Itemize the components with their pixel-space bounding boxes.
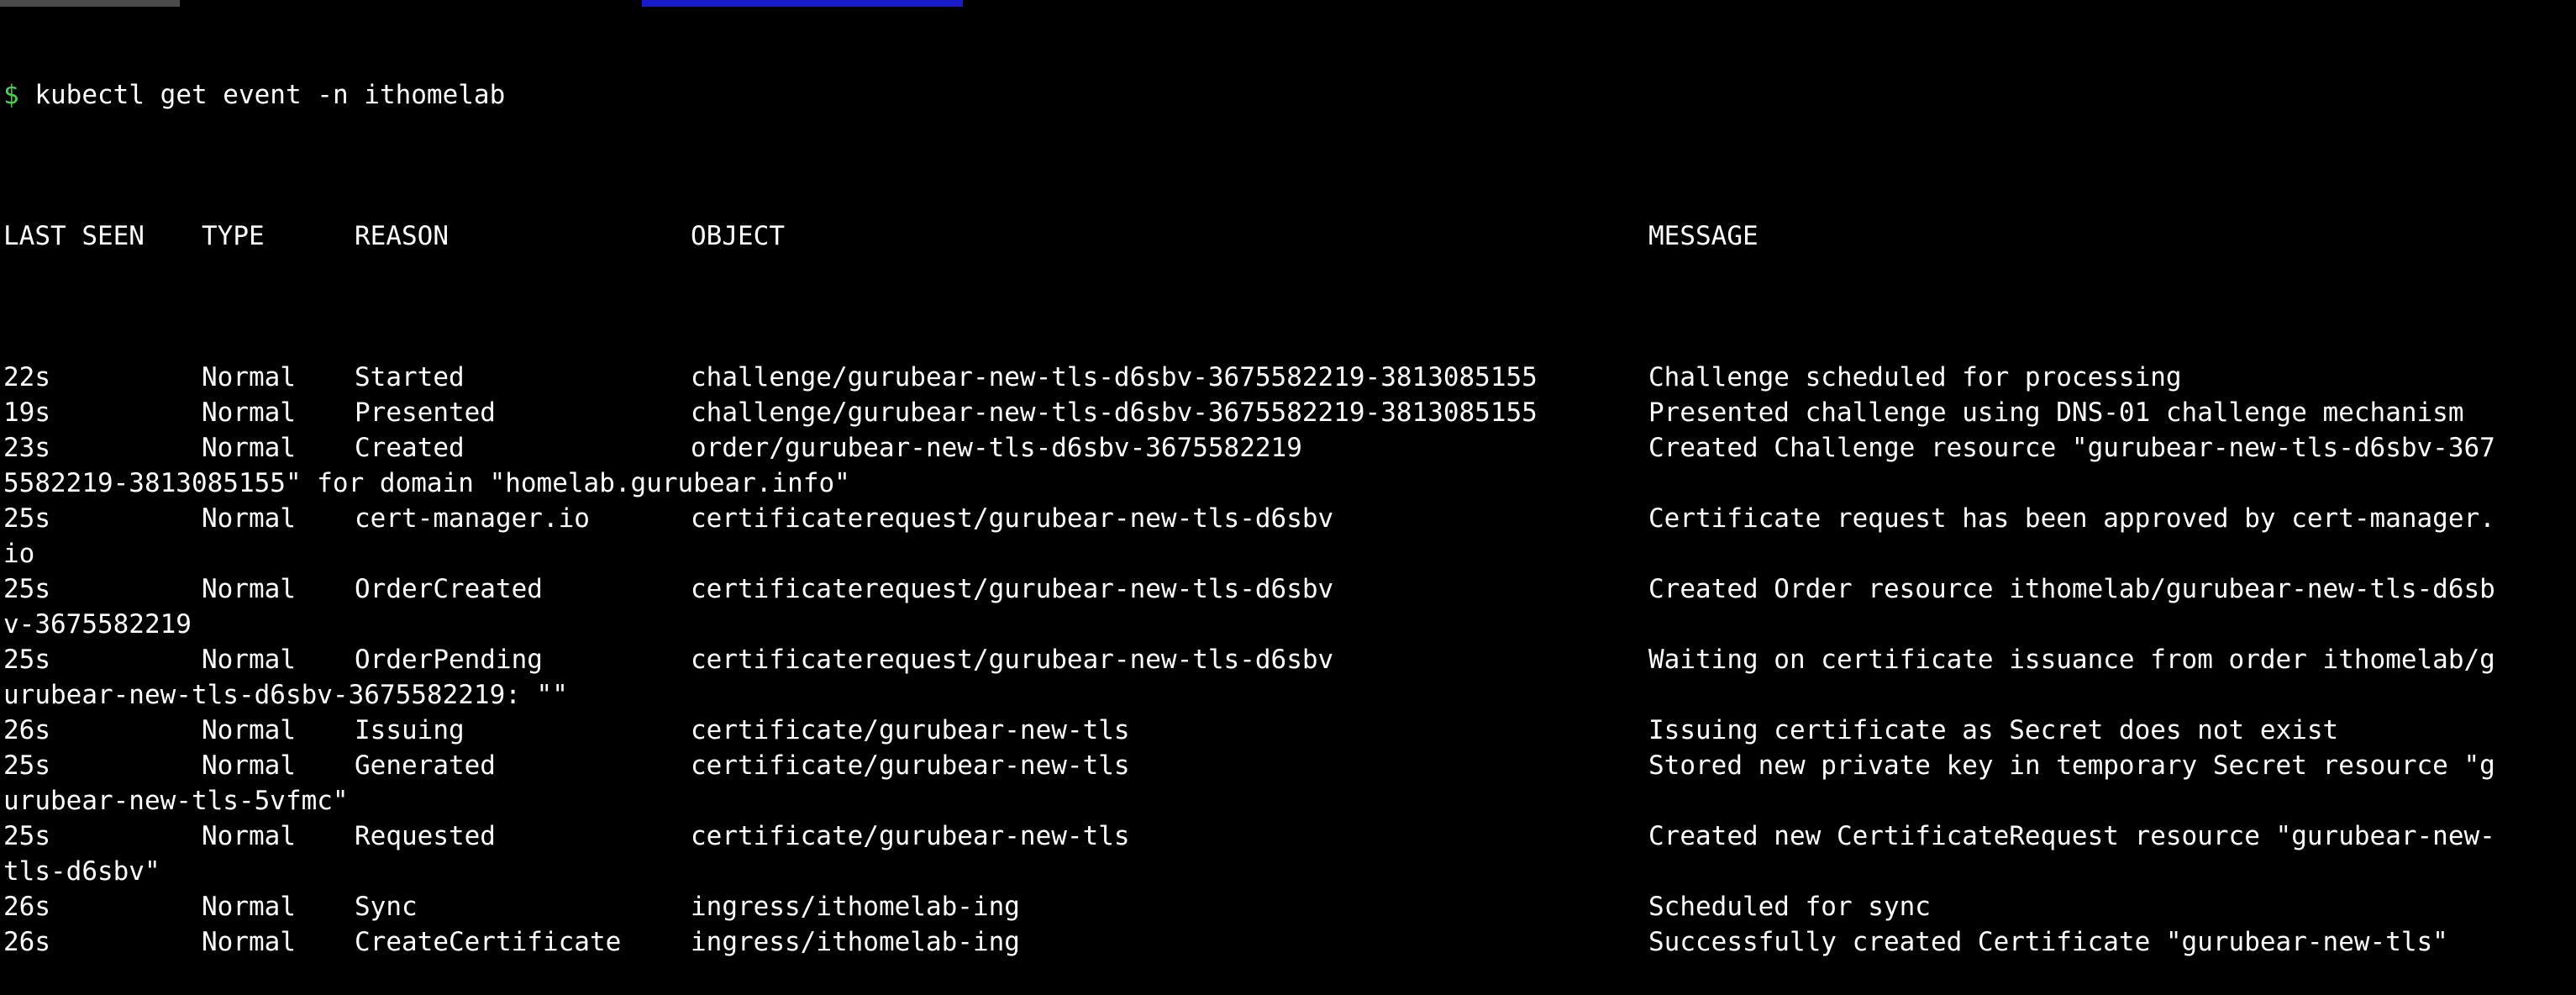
wrapped-message-continuation: io bbox=[3, 539, 35, 569]
cell-type: Normal bbox=[202, 892, 296, 922]
cell-reason: Created bbox=[355, 433, 465, 463]
cell-type: Normal bbox=[202, 645, 296, 675]
cell-message: Successfully created Certificate "gurube… bbox=[1648, 927, 2448, 957]
cell-reason: Issuing bbox=[355, 715, 465, 745]
cell-last-seen: 25s bbox=[3, 750, 50, 781]
cell-object: certificate/gurubear-new-tls bbox=[691, 821, 1130, 851]
cell-object: challenge/gurubear-new-tls-d6sbv-3675582… bbox=[691, 397, 1538, 428]
previous-line-remnant bbox=[0, 0, 2576, 7]
cell-message: Created new CertificateRequest resource … bbox=[1648, 821, 2495, 851]
cell-reason: OrderPending bbox=[355, 645, 543, 675]
header-object: OBJECT bbox=[691, 221, 785, 251]
table-row: 23s Normal Created order/gurubear-new-tls-d… bbox=[3, 430, 2573, 466]
cell-reason: Generated bbox=[355, 750, 496, 781]
terminal-output[interactable]: $ kubectl get event -n ithomelab LAST SE… bbox=[3, 7, 2573, 957]
table-row: 19s Normal Presented challenge/gurubear-new… bbox=[3, 395, 2573, 430]
cell-last-seen: 23s bbox=[3, 433, 50, 463]
table-row: 25s Normal OrderPending certificaterequest/… bbox=[3, 642, 2573, 677]
cell-last-seen: 25s bbox=[3, 645, 50, 675]
cell-type: Normal bbox=[202, 750, 296, 781]
cell-last-seen: 25s bbox=[3, 574, 50, 604]
cell-type: Normal bbox=[202, 503, 296, 534]
event-list: 22s Normal Started challenge/gurubear-new-t… bbox=[3, 360, 2573, 960]
wrapped-message-continuation: urubear-new-tls-5vfmc" bbox=[3, 786, 349, 816]
header-reason: REASON bbox=[355, 221, 449, 251]
cell-reason: Presented bbox=[355, 397, 496, 428]
cell-object: certificaterequest/gurubear-new-tls-d6sb… bbox=[691, 574, 1334, 604]
cell-last-seen: 26s bbox=[3, 927, 50, 957]
wrapped-message-continuation: v-3675582219 bbox=[3, 609, 192, 640]
cell-reason: cert-manager.io bbox=[355, 503, 590, 534]
table-row: 25s Normal OrderCreated certificaterequest/… bbox=[3, 571, 2573, 607]
table-row: 25s Normal Generated certificate/gurubear-n… bbox=[3, 748, 2573, 783]
cell-type: Normal bbox=[202, 397, 296, 428]
cell-object: certificaterequest/gurubear-new-tls-d6sb… bbox=[691, 645, 1334, 675]
table-row: 26s Normal Issuing certificate/gurubear-new… bbox=[3, 713, 2573, 748]
cell-object: challenge/gurubear-new-tls-d6sbv-3675582… bbox=[691, 362, 1538, 392]
cell-type: Normal bbox=[202, 927, 296, 957]
command-line: $ kubectl get event -n ithomelab bbox=[3, 77, 2573, 113]
table-row: 22s Normal Started challenge/gurubear-new-t… bbox=[3, 360, 2573, 395]
text-selection-highlight bbox=[642, 0, 963, 7]
cell-type: Normal bbox=[202, 715, 296, 745]
cell-message: Certificate request has been approved by… bbox=[1648, 503, 2495, 534]
table-row: 26s Normal CreateCertificate ingress/ithome… bbox=[3, 924, 2573, 960]
cell-last-seen: 25s bbox=[3, 503, 50, 534]
table-header: LAST SEEN TYPE REASON OBJECT MESSAGE bbox=[3, 218, 2573, 254]
cell-message: Challenge scheduled for processing bbox=[1648, 362, 2182, 392]
cell-object: certificate/gurubear-new-tls bbox=[691, 715, 1130, 745]
cell-type: Normal bbox=[202, 362, 296, 392]
cell-message: Created Order resource ithomelab/gurubea… bbox=[1648, 574, 2495, 604]
cell-message: Scheduled for sync bbox=[1648, 892, 1931, 922]
cell-last-seen: 26s bbox=[3, 715, 50, 745]
cell-type: Normal bbox=[202, 433, 296, 463]
cell-object: ingress/ithomelab-ing bbox=[691, 892, 1020, 922]
cell-message: Issuing certificate as Secret does not e… bbox=[1648, 715, 2339, 745]
table-row: 25s Normal cert-manager.io certificatereque… bbox=[3, 501, 2573, 536]
cell-reason: Requested bbox=[355, 821, 496, 851]
cell-reason: Started bbox=[355, 362, 465, 392]
cell-message: Waiting on certificate issuance from ord… bbox=[1648, 645, 2495, 675]
cell-last-seen: 19s bbox=[3, 397, 50, 428]
cell-last-seen: 22s bbox=[3, 362, 50, 392]
cell-object: certificate/gurubear-new-tls bbox=[691, 750, 1130, 781]
cell-object: order/gurubear-new-tls-d6sbv-3675582219 bbox=[691, 433, 1302, 463]
header-last-seen: LAST SEEN bbox=[3, 221, 145, 251]
header-type: TYPE bbox=[202, 221, 265, 251]
command-text: kubectl get event -n ithomelab bbox=[34, 80, 506, 110]
cell-object: ingress/ithomelab-ing bbox=[691, 927, 1020, 957]
cell-type: Normal bbox=[202, 821, 296, 851]
table-row: 26s Normal Sync ingress/ithomelab-ing Schedu… bbox=[3, 889, 2573, 924]
cell-message: Created Challenge resource "gurubear-new… bbox=[1648, 433, 2495, 463]
cell-reason: CreateCertificate bbox=[355, 927, 622, 957]
cell-object: certificaterequest/gurubear-new-tls-d6sb… bbox=[691, 503, 1334, 534]
cell-message: Presented challenge using DNS-01 challen… bbox=[1648, 397, 2464, 428]
wrapped-message-continuation: tls-d6sbv" bbox=[3, 856, 160, 887]
wrapped-message-continuation: 5582219-3813085155" for domain "homelab.… bbox=[3, 468, 850, 498]
cell-last-seen: 26s bbox=[3, 892, 50, 922]
cell-type: Normal bbox=[202, 574, 296, 604]
cell-reason: OrderCreated bbox=[355, 574, 543, 604]
table-row: 25s Normal Requested certificate/gurubear-n… bbox=[3, 819, 2573, 854]
previous-prompt-highlight bbox=[0, 0, 180, 7]
cell-message: Stored new private key in temporary Secr… bbox=[1648, 750, 2495, 781]
cell-reason: Sync bbox=[355, 892, 418, 922]
prompt-symbol: $ bbox=[3, 80, 19, 110]
header-message: MESSAGE bbox=[1648, 221, 1759, 251]
cell-last-seen: 25s bbox=[3, 821, 50, 851]
wrapped-message-continuation: urubear-new-tls-d6sbv-3675582219: "" bbox=[3, 680, 568, 710]
